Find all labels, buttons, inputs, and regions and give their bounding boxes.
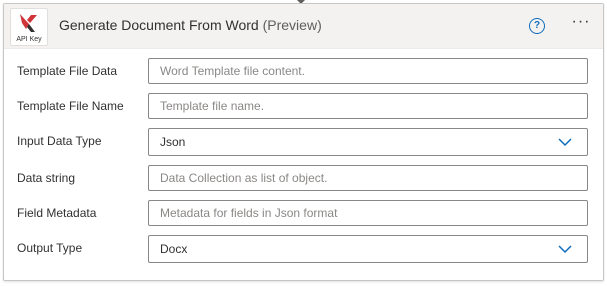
output-type-value: Docx <box>160 242 188 256</box>
card-title-text: Generate Document From Word <box>59 17 259 33</box>
data-string-label: Data string <box>17 171 76 185</box>
field-metadata-label: Field Metadata <box>17 206 97 220</box>
template-file-data-label: Template File Data <box>17 64 118 78</box>
help-icon[interactable]: ? <box>529 18 545 34</box>
action-card: API Key Generate Document From Word (Pre… <box>3 3 604 281</box>
input-data-type-dropdown[interactable]: Json <box>148 128 588 156</box>
card-header[interactable]: API Key Generate Document From Word (Pre… <box>4 4 603 49</box>
chevron-down-icon[interactable] <box>558 242 572 256</box>
chevron-down-icon[interactable] <box>558 135 572 149</box>
data-string-input[interactable]: Data Collection as list of object. <box>148 165 588 191</box>
api-key-logo-icon: API Key <box>10 8 48 46</box>
logo-caption: API Key <box>16 36 42 43</box>
output-type-label: Output Type <box>17 241 83 255</box>
output-type-dropdown[interactable]: Docx <box>148 235 588 263</box>
input-data-type-label: Input Data Type <box>17 134 102 148</box>
preview-tag: (Preview) <box>262 17 322 33</box>
template-file-name-input[interactable]: Template file name. <box>148 93 588 119</box>
template-file-data-input[interactable]: Word Template file content. <box>148 58 588 84</box>
card-title: Generate Document From Word (Preview) <box>59 17 322 33</box>
more-options-icon[interactable]: ··· <box>569 14 593 35</box>
input-data-type-value: Json <box>160 135 186 149</box>
template-file-name-label: Template File Name <box>17 99 124 113</box>
field-metadata-input[interactable]: Metadata for fields in Json format <box>148 200 588 226</box>
